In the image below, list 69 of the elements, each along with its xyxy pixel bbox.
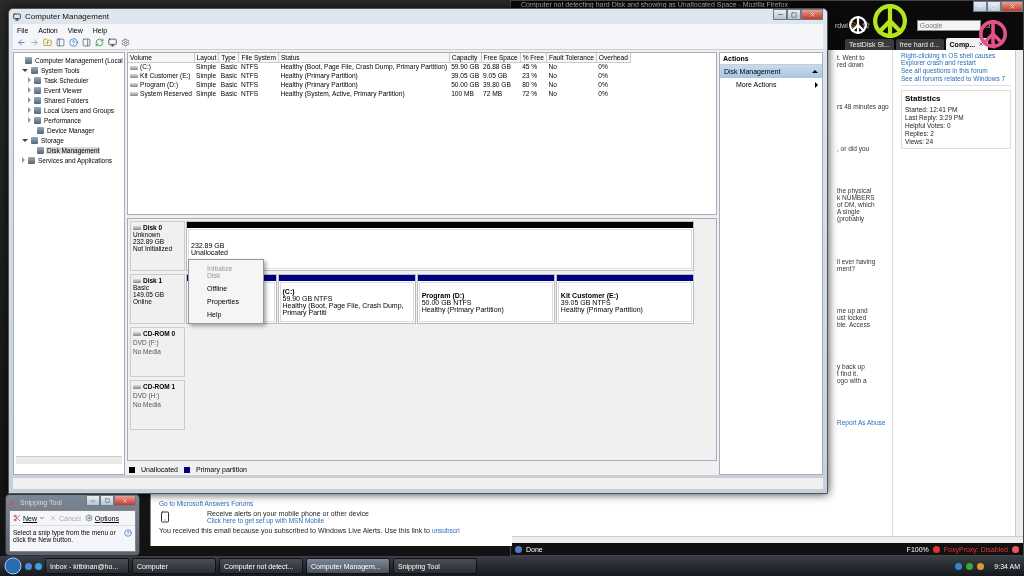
folder-up-icon[interactable] <box>43 38 52 47</box>
collapse-icon[interactable] <box>812 70 818 73</box>
close-button[interactable] <box>801 9 823 20</box>
collapsed-arrow-icon[interactable] <box>28 97 31 103</box>
close-button[interactable] <box>1001 1 1023 12</box>
collapsed-arrow-icon[interactable] <box>28 77 31 83</box>
drive-icon <box>133 278 141 283</box>
collapsed-arrow-icon[interactable] <box>28 107 31 113</box>
submenu-arrow-icon <box>815 81 818 88</box>
node-icon <box>34 96 41 104</box>
close-icon <box>808 11 816 18</box>
minimize-icon <box>976 3 984 10</box>
maximize-icon <box>791 11 797 18</box>
minimize-button[interactable] <box>86 495 100 506</box>
node-icon <box>34 116 41 124</box>
horizontal-scrollbar[interactable] <box>511 536 1023 543</box>
node-icon <box>25 56 32 64</box>
node-icon <box>31 136 38 144</box>
gear-icon <box>84 514 93 522</box>
node-icon <box>34 76 41 84</box>
close-icon <box>1008 3 1016 10</box>
drive-icon <box>133 225 141 230</box>
node-icon <box>34 106 41 114</box>
vertical-scrollbar[interactable] <box>1015 50 1023 536</box>
monitor-icon[interactable] <box>108 38 117 47</box>
minimize-icon <box>776 11 784 18</box>
scissors-icon <box>9 499 16 506</box>
maximize-button[interactable] <box>100 495 114 506</box>
minimize-button[interactable] <box>973 1 987 12</box>
start-button[interactable] <box>4 557 22 575</box>
maximize-icon <box>104 498 110 503</box>
back-icon[interactable] <box>17 38 26 47</box>
panel-title: Statistics <box>905 94 942 103</box>
close-button[interactable] <box>114 495 136 506</box>
expanded-arrow-icon[interactable] <box>22 68 28 72</box>
node-icon <box>34 86 41 94</box>
node-icon <box>37 126 44 134</box>
peace-sign-icon <box>977 18 1009 50</box>
collapsed-arrow-icon[interactable] <box>22 157 25 163</box>
expanded-arrow-icon[interactable] <box>22 138 28 142</box>
minimize-button[interactable] <box>773 9 787 20</box>
collapsed-arrow-icon[interactable] <box>28 87 31 93</box>
help-icon[interactable] <box>69 38 78 47</box>
minimize-icon <box>90 497 96 504</box>
scissors-icon <box>13 514 21 522</box>
phone-icon <box>159 511 171 523</box>
horizontal-scrollbar[interactable] <box>16 456 122 464</box>
node-icon <box>37 146 44 154</box>
collapsed-arrow-icon[interactable] <box>28 117 31 123</box>
disc-drive-icon <box>133 384 141 389</box>
panel-icon[interactable] <box>56 38 65 47</box>
node-icon <box>28 156 35 164</box>
window-title: Computer Management <box>25 12 110 21</box>
forward-icon[interactable] <box>30 38 39 47</box>
maximize-button[interactable] <box>987 1 1001 12</box>
computer-icon <box>13 12 21 21</box>
peace-sign-icon <box>871 2 909 40</box>
refresh-icon[interactable] <box>95 38 104 47</box>
help-icon[interactable] <box>124 529 132 537</box>
maximize-button[interactable] <box>787 9 801 20</box>
caret-icon <box>39 515 45 521</box>
peace-sign-icon <box>847 14 869 36</box>
node-icon <box>31 66 38 74</box>
disc-drive-icon <box>133 331 141 336</box>
close-icon <box>49 514 57 522</box>
close-icon <box>122 497 128 504</box>
settings-icon[interactable] <box>121 38 130 47</box>
panel-icon[interactable] <box>82 38 91 47</box>
maximize-icon <box>991 3 997 10</box>
